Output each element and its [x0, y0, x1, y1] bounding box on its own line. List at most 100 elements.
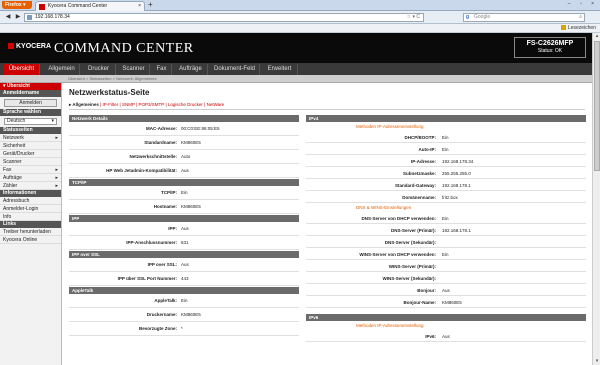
- google-icon[interactable]: g: [466, 14, 469, 21]
- sidebar-item-zaehler[interactable]: Zähler ▸: [0, 182, 61, 190]
- table-row: WINS-Server (Sekundär):: [306, 272, 586, 284]
- tab-scanner[interactable]: Scanner: [118, 64, 150, 75]
- browser-tab[interactable]: Kyocera Command Center ×: [35, 1, 145, 11]
- section-ipp: IPP: [69, 215, 299, 222]
- table-row: Standardname: KM860E5: [69, 136, 299, 150]
- tab-uebersicht[interactable]: Übersicht: [4, 64, 40, 75]
- forward-button[interactable]: ▶: [13, 13, 23, 22]
- table-row: IPv6: Aus: [306, 330, 586, 342]
- tab-drucker[interactable]: Drucker: [82, 64, 116, 75]
- new-tab-button[interactable]: +: [148, 1, 156, 10]
- table-row: WINS-Server (Primär):: [306, 260, 586, 272]
- login-button[interactable]: Anmelden: [4, 99, 57, 107]
- subsection-ip-methods: Methoden IP-Adresseneinstellung: [356, 124, 424, 129]
- table-row: Bonjour-Name: KM860E5: [306, 296, 586, 308]
- sidebar-header-status: Statusseiten: [0, 127, 61, 134]
- site-identity-icon[interactable]: [27, 15, 32, 20]
- tab-close-icon[interactable]: ×: [138, 2, 141, 11]
- table-row: HP Web Jetadmin-Kompatibilität: Aus: [69, 164, 299, 178]
- section-ipv6: IPv6: [306, 314, 586, 321]
- table-row: Bonjour: Aus: [306, 284, 586, 296]
- chevron-right-icon: ▸: [55, 167, 58, 173]
- scroll-thumb[interactable]: [594, 41, 600, 171]
- table-row: Bevorzugte Zone: *: [69, 322, 299, 336]
- search-input[interactable]: g Google ⌕: [463, 13, 585, 22]
- section-ipv4: IPv4: [306, 115, 586, 122]
- search-placeholder: Google: [474, 14, 491, 20]
- sidebar-item-fax[interactable]: Fax ▸: [0, 166, 61, 174]
- sidebar-header-login: Anmeldername: [0, 90, 61, 97]
- main-tabs: Übersicht Allgemein Drucker Scanner Fax …: [0, 63, 592, 75]
- subtab-allgemeines[interactable]: ▸ Allgemeines: [69, 102, 99, 107]
- tab-title: Kyocera Command Center: [48, 3, 108, 9]
- subsection-ipv6-methods: Methoden IP-Adresseneinstellung: [356, 323, 424, 328]
- tab-dokument-feld[interactable]: Dokument-Feld: [210, 64, 260, 75]
- bookmarks-menu[interactable]: Lesezeichen: [560, 25, 596, 31]
- table-row: DNS-Server (Sekundär):: [306, 236, 586, 248]
- subtabs: ▸ Allgemeines | IP-Filter | SNMP | POP3/…: [69, 102, 224, 108]
- table-row: IPP über SSL Port Nummer: 443: [69, 272, 299, 286]
- tab-auftraege[interactable]: Aufträge: [174, 64, 208, 75]
- firefox-menu-button[interactable]: Firefox ▾: [2, 1, 32, 9]
- page-title: Netzwerkstatus-Seite: [69, 88, 150, 97]
- subtab-links[interactable]: | IP-Filter | SNMP | POP3/SMTP | Logisch…: [99, 102, 224, 107]
- search-icon[interactable]: ⌕: [579, 14, 582, 21]
- table-row: Netzwerkschnittstelle: Auto: [69, 150, 299, 164]
- tab-erweitert[interactable]: Erweitert: [262, 64, 298, 75]
- sidebar-item-kyocera-online[interactable]: Kyocera Online: [0, 236, 61, 244]
- section-ipp-over-ssl: IPP over SSL: [69, 251, 299, 258]
- scroll-up-icon[interactable]: ▴: [593, 33, 600, 40]
- table-row: IP-Adresse: 192.168.178.34: [306, 155, 586, 167]
- sidebar-header-uebersicht[interactable]: ▾ Übersicht: [0, 83, 61, 90]
- back-button[interactable]: ◀: [3, 13, 13, 22]
- url-actions-icons[interactable]: ☆ ▾ C: [407, 14, 420, 21]
- table-row: Druckername: KM860E5: [69, 308, 299, 322]
- sidebar-item-sicherheit[interactable]: Sicherheit: [0, 142, 61, 150]
- kyocera-logo-icon: [8, 43, 14, 49]
- table-row: DHCP/BOOTP: Ein: [306, 131, 586, 143]
- table-row: Subnetzmaske: 255.255.255.0: [306, 167, 586, 179]
- subsection-dns-wins: DNS & WINS-Einstellungen: [356, 205, 412, 210]
- scroll-down-icon[interactable]: ▾: [593, 358, 600, 365]
- kyocera-favicon-icon: [39, 4, 45, 10]
- section-tcpip: TCP/IP: [69, 179, 299, 186]
- sidebar: ▾ Übersicht Anmeldername Anmelden Sprach…: [0, 83, 62, 365]
- chevron-right-icon: ▸: [55, 183, 58, 189]
- table-row: IPP over SSL: Aus: [69, 258, 299, 272]
- browser-titlebar: Firefox ▾ Kyocera Command Center × + – ▫…: [0, 0, 600, 11]
- window-controls[interactable]: – ▫ ×: [568, 1, 598, 7]
- tab-fax[interactable]: Fax: [152, 64, 172, 75]
- sidebar-item-adressbuch[interactable]: Adressbuch: [0, 197, 61, 205]
- sidebar-item-info[interactable]: Info: [0, 213, 61, 221]
- device-model: FS-C2626MFP: [526, 40, 574, 47]
- device-status: Status: OK: [537, 48, 563, 54]
- tab-allgemein[interactable]: Allgemein: [44, 64, 80, 75]
- table-row: WINS-Server von DHCP verwenden: Ein: [306, 248, 586, 260]
- divider: [69, 109, 585, 110]
- table-row: Domänenname: fritz.box: [306, 191, 586, 203]
- sidebar-item-anmelder-login[interactable]: Anmelder-Login: [0, 205, 61, 213]
- sidebar-item-geraet-drucker[interactable]: Gerät/Drucker: [0, 150, 61, 158]
- sidebar-item-scanner[interactable]: Scanner: [0, 158, 61, 166]
- sidebar-item-treiber[interactable]: Treiber herunterladen: [0, 228, 61, 236]
- table-row: Auto-IP: Ein: [306, 143, 586, 155]
- url-bar[interactable]: 192.168.178.34 ☆ ▾ C: [24, 13, 424, 22]
- main-content: Netzwerkstatus-Seite ▸ Allgemeines | IP-…: [64, 83, 592, 365]
- right-column: IPv4 Methoden IP-Adresseneinstellung DHC…: [306, 114, 586, 342]
- chevron-right-icon: ▸: [55, 135, 58, 141]
- bookmarks-toolbar: Lesezeichen: [0, 24, 600, 33]
- section-netzwerk-details: Netzwerk Details: [69, 115, 299, 122]
- language-select[interactable]: Deutsch ▾: [4, 118, 57, 125]
- navigation-bar: ◀ ▶ 192.168.178.34 ☆ ▾ C g Google ⌕: [0, 11, 600, 24]
- sidebar-header-info: Informationen: [0, 190, 61, 197]
- table-row: AppleTalk: Ein: [69, 294, 299, 308]
- table-row: Hostname: KM860E5: [69, 200, 299, 214]
- app-header: KYOCERA COMMAND CENTER FS-C2626MFP Statu…: [0, 33, 592, 63]
- app-title: COMMAND CENTER: [54, 41, 194, 56]
- sidebar-item-auftraege[interactable]: Aufträge ▸: [0, 174, 61, 182]
- sidebar-item-netzwerk[interactable]: Netzwerk ▸: [0, 134, 61, 142]
- url-text: 192.168.178.34: [35, 14, 70, 20]
- table-row: TCP/IP: Ein: [69, 186, 299, 200]
- vertical-scrollbar[interactable]: ▴ ▾: [592, 33, 600, 365]
- breadcrumb-bar: Übersicht > Statusseiten > Netzwerk: All…: [0, 75, 592, 83]
